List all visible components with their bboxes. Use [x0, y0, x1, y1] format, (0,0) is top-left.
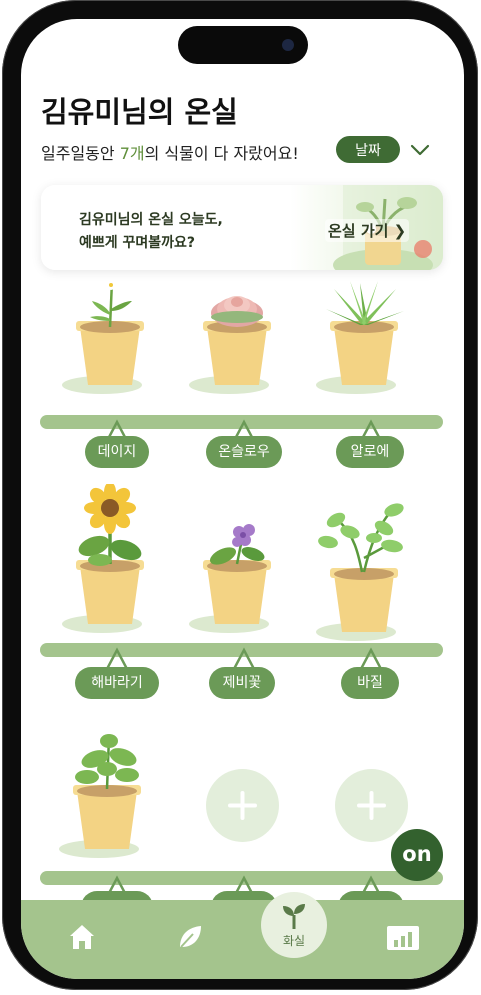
daisy-plant[interactable] [60, 275, 160, 395]
banner-text-line2: 예쁘게 꾸며볼까요? [79, 235, 196, 251]
dynamic-island [178, 26, 308, 64]
plant-tag-violet[interactable]: 제비꽃 [209, 667, 275, 699]
violet-plant[interactable] [187, 514, 287, 634]
tab-greenhouse[interactable]: 화실 [261, 892, 327, 958]
banner-text-line1: 김유미님의 온실 오늘도, [79, 212, 223, 228]
plant-count: 7개 [119, 144, 145, 163]
chart-icon[interactable] [386, 924, 420, 952]
plant-tag-aloe[interactable]: 알로에 [336, 436, 404, 468]
tag-hook-icon [232, 647, 256, 669]
plant-tag-daisy[interactable]: 데이지 [85, 436, 149, 468]
greenhouse-banner[interactable]: 김유미님의 온실 오늘도, 예쁘게 꾸며볼까요? 온실 가기 ❯ [41, 185, 443, 270]
sprout-icon [283, 904, 305, 929]
add-plant-button[interactable] [335, 769, 408, 842]
plant-tag-onslow[interactable]: 온슬로우 [206, 436, 282, 468]
tag-hook-icon [359, 647, 383, 669]
home-icon[interactable] [67, 922, 97, 952]
onslow-succulent-plant[interactable] [187, 275, 287, 395]
ficus-plant[interactable] [57, 729, 157, 859]
sort-date-button[interactable]: 날짜 [336, 136, 400, 163]
plus-icon [357, 791, 386, 820]
plus-icon [228, 791, 257, 820]
plant-tag-sunflower[interactable]: 해바라기 [75, 667, 159, 699]
phone-frame: 김유미님의 온실 일주일동안 7개의 식물이 다 자랐어요! 날짜 김유미님의 … [2, 0, 478, 990]
aloe-plant[interactable] [314, 275, 414, 395]
page-title: 김유미님의 온실 [41, 95, 238, 129]
page-subtitle: 일주일동안 7개의 식물이 다 자랐어요! [41, 144, 299, 163]
add-plant-button[interactable] [206, 769, 279, 842]
tag-hook-icon [105, 647, 129, 669]
app-screen: 김유미님의 온실 일주일동안 7개의 식물이 다 자랐어요! 날짜 김유미님의 … [21, 19, 464, 979]
on-toggle-button[interactable]: on [391, 829, 443, 881]
go-greenhouse-link[interactable]: 온실 가기 ❯ [325, 219, 410, 242]
camera-icon [282, 39, 294, 51]
chevron-down-icon[interactable] [409, 139, 431, 161]
basil-plant[interactable] [314, 502, 414, 642]
chevron-right-icon: ❯ [393, 222, 407, 240]
leaf-icon[interactable] [175, 922, 205, 952]
plant-tag-basil[interactable]: 바질 [341, 667, 399, 699]
sunflower-plant[interactable] [60, 484, 160, 634]
tab-greenhouse-label: 화실 [282, 934, 306, 948]
